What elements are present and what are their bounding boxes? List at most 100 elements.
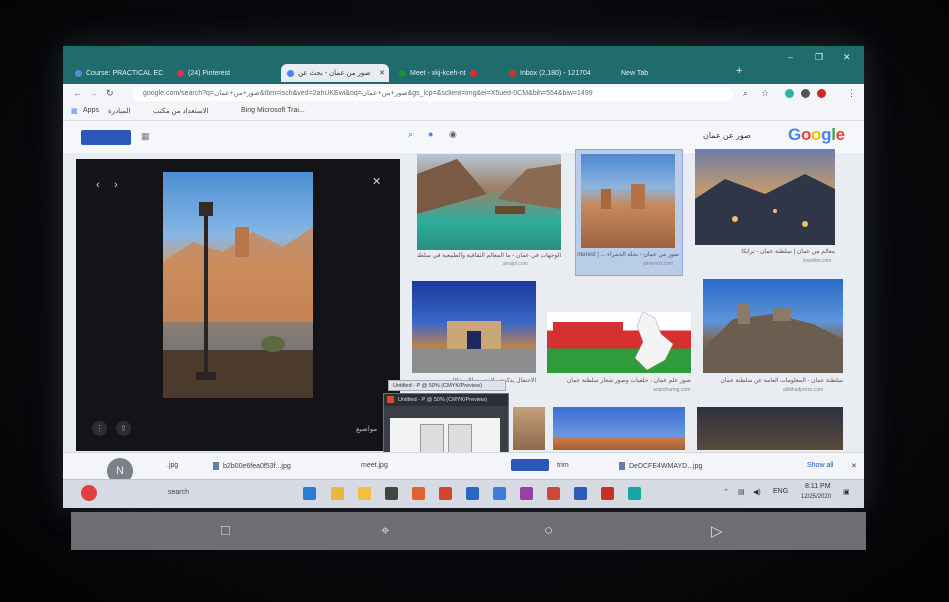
home-circle-icon[interactable]: ○	[544, 522, 553, 539]
result-source: arrajol.com	[503, 261, 528, 267]
camera-lens-icon[interactable]: ◉	[449, 129, 457, 140]
apps-grid-icon: ▦	[71, 108, 78, 115]
tab-pinterest[interactable]: (24) Pinterest	[171, 64, 276, 82]
download-item[interactable]: DeDCFE4WMAYD...jpg	[619, 462, 702, 470]
result-image-partial-3[interactable]	[697, 407, 843, 450]
menu-kebab-icon[interactable]: ⋮	[847, 88, 856, 99]
puzzle-icon[interactable]	[801, 89, 810, 98]
word-icon[interactable]	[574, 487, 587, 500]
search-query-text[interactable]: صور عن عمان	[703, 131, 751, 140]
file-explorer-icon[interactable]	[358, 487, 371, 500]
tab-inbox[interactable]: Inbox (2,180) - 121704	[503, 64, 611, 82]
bookmark-apps[interactable]: Apps	[83, 107, 99, 114]
close-window-button[interactable]: ✕	[843, 52, 851, 63]
result-caption[interactable]: معالم من عمان | سلطنة عمان - ترايكا	[695, 248, 835, 255]
bookmark-folder[interactable]: الاستعداد من مكتب	[153, 107, 209, 115]
result-caption[interactable]: سلطنة عمان - المعلومات العامة عن سلطنة ع…	[703, 377, 843, 384]
bookmark-bing[interactable]: Bing Microsoft Trai...	[241, 107, 305, 114]
star-icon[interactable]: ☆	[761, 88, 769, 99]
tab-label: صور من عمان - بحث عن	[298, 70, 371, 77]
search-button-icon[interactable]: ⌕	[408, 129, 413, 140]
clock-time[interactable]: 8:11 PM	[805, 483, 831, 490]
taskbar-search[interactable]: search	[168, 489, 189, 496]
result-image-gate[interactable]	[412, 281, 536, 373]
clock-date[interactable]: 12/25/2020	[801, 494, 831, 500]
result-image-partial-1[interactable]	[513, 407, 545, 450]
result-image-boat-fjord[interactable]	[417, 154, 561, 250]
profile-avatar[interactable]	[817, 89, 826, 98]
pinterest-icon	[177, 69, 184, 77]
app-icon[interactable]	[493, 487, 506, 500]
prev-arrow-icon[interactable]: ‹	[96, 179, 100, 191]
photoshop-icon	[387, 396, 394, 403]
share-icon[interactable]: ⇪	[116, 421, 131, 436]
back-triangle-icon[interactable]: ▷	[711, 522, 723, 540]
preview-caption[interactable]: مواضيع	[356, 425, 377, 433]
download-item[interactable]: trim	[557, 462, 569, 469]
google-icon	[287, 69, 294, 77]
tab-google-images[interactable]: صور من عمان - بحث عن ✕	[281, 64, 389, 82]
taskbar-tooltip: Untitled - P @ 50% (CMYK/Preview)	[388, 380, 506, 391]
monitor-screen: Course: PRACTICAL EC (24) Pinterest صور …	[63, 46, 864, 508]
recents-square-icon[interactable]: □	[221, 522, 230, 539]
maximize-button[interactable]: ❐	[815, 52, 823, 63]
url-field[interactable]: google.com/search?q=صور+من+عمان&tbm=isch…	[133, 87, 733, 101]
powerpoint-icon[interactable]	[547, 487, 560, 500]
new-tab-button[interactable]: +	[736, 65, 742, 77]
reload-icon[interactable]: ↻	[106, 88, 114, 99]
back-arrow-icon[interactable]: ←	[73, 88, 82, 98]
close-tab-icon[interactable]: ✕	[379, 69, 385, 77]
search-icon[interactable]: ⌕	[743, 88, 748, 99]
network-icon[interactable]: ▤	[738, 488, 745, 496]
tab-new-tab[interactable]: New Tab	[615, 64, 725, 82]
image-file-icon	[619, 462, 625, 470]
show-all-button[interactable]: Show all	[807, 462, 833, 469]
result-caption[interactable]: صور علم عمان ، خلفيات وصور شعار سلطنة عم…	[547, 377, 691, 384]
preview-photo-fort-lamppost[interactable]	[163, 172, 313, 398]
result-image-partial-2[interactable]	[553, 407, 685, 450]
acrobat-icon[interactable]	[439, 487, 452, 500]
mic-muted-icon[interactable]	[81, 485, 97, 501]
google-logo[interactable]: Google	[788, 125, 845, 145]
result-image-fort[interactable]	[581, 154, 675, 248]
store-icon[interactable]	[385, 487, 398, 500]
apps-launcher-icon[interactable]: ▦	[141, 131, 150, 142]
result-image-hill-fort[interactable]	[703, 279, 843, 373]
next-arrow-icon[interactable]: ›	[114, 179, 118, 191]
result-source: arabsharing.com	[653, 387, 691, 393]
tray-chevron-icon[interactable]: ⌃	[723, 488, 729, 496]
tab-meet[interactable]: Meet - xkj-kceh-nt	[393, 64, 498, 82]
forward-arrow-icon[interactable]: →	[89, 88, 98, 98]
result-image-oman-map-flag[interactable]	[547, 311, 691, 373]
firefox-icon[interactable]	[412, 487, 425, 500]
meet-blue-button[interactable]	[511, 459, 549, 471]
volume-icon[interactable]: ◀)	[753, 488, 761, 496]
download-item[interactable]: meet.jpg	[361, 462, 388, 469]
mic-icon[interactable]: ●	[428, 129, 433, 139]
language-indicator[interactable]: ENG	[773, 488, 788, 495]
more-options-icon[interactable]: ⋮	[92, 421, 107, 436]
mail-icon[interactable]	[466, 487, 479, 500]
gate-illustration	[412, 321, 536, 373]
bookmark-mubadara[interactable]: المبادرة	[108, 107, 131, 115]
sign-in-button[interactable]	[81, 130, 131, 145]
close-preview-icon[interactable]: ✕	[372, 175, 381, 188]
result-caption[interactable]: الوجهات في عمان - ما المعالم الثقافية وا…	[417, 252, 561, 259]
download-item[interactable]: b2b00e6fea0f53f...jpg	[213, 462, 291, 470]
result-caption[interactable]: صور من عمان - نخلة الحمراء ... | Pintere…	[577, 251, 679, 258]
edge-icon[interactable]	[303, 487, 316, 500]
extension-icon[interactable]	[785, 89, 794, 98]
windows-taskbar: search ⌃ ▤ ◀) ENG 8:11 PM 12/25/2020 ▣	[63, 479, 864, 508]
chrome-icon[interactable]	[331, 487, 344, 500]
notifications-icon[interactable]: ▣	[843, 488, 850, 496]
teams-icon[interactable]	[628, 487, 641, 500]
close-downloads-icon[interactable]: ✕	[851, 462, 857, 470]
download-item[interactable]: .jpg	[167, 462, 178, 469]
onenote-icon[interactable]	[520, 487, 533, 500]
image-preview-panel: ‹ › ✕ ⋮ ⇪ مواضيع	[76, 159, 400, 451]
result-image-village-dusk[interactable]	[695, 149, 835, 245]
pdf-icon[interactable]	[601, 487, 614, 500]
screenshot-icon[interactable]: ⌖	[381, 522, 389, 539]
tab-course[interactable]: Course: PRACTICAL EC	[69, 64, 167, 82]
minimize-button[interactable]: –	[788, 52, 793, 62]
